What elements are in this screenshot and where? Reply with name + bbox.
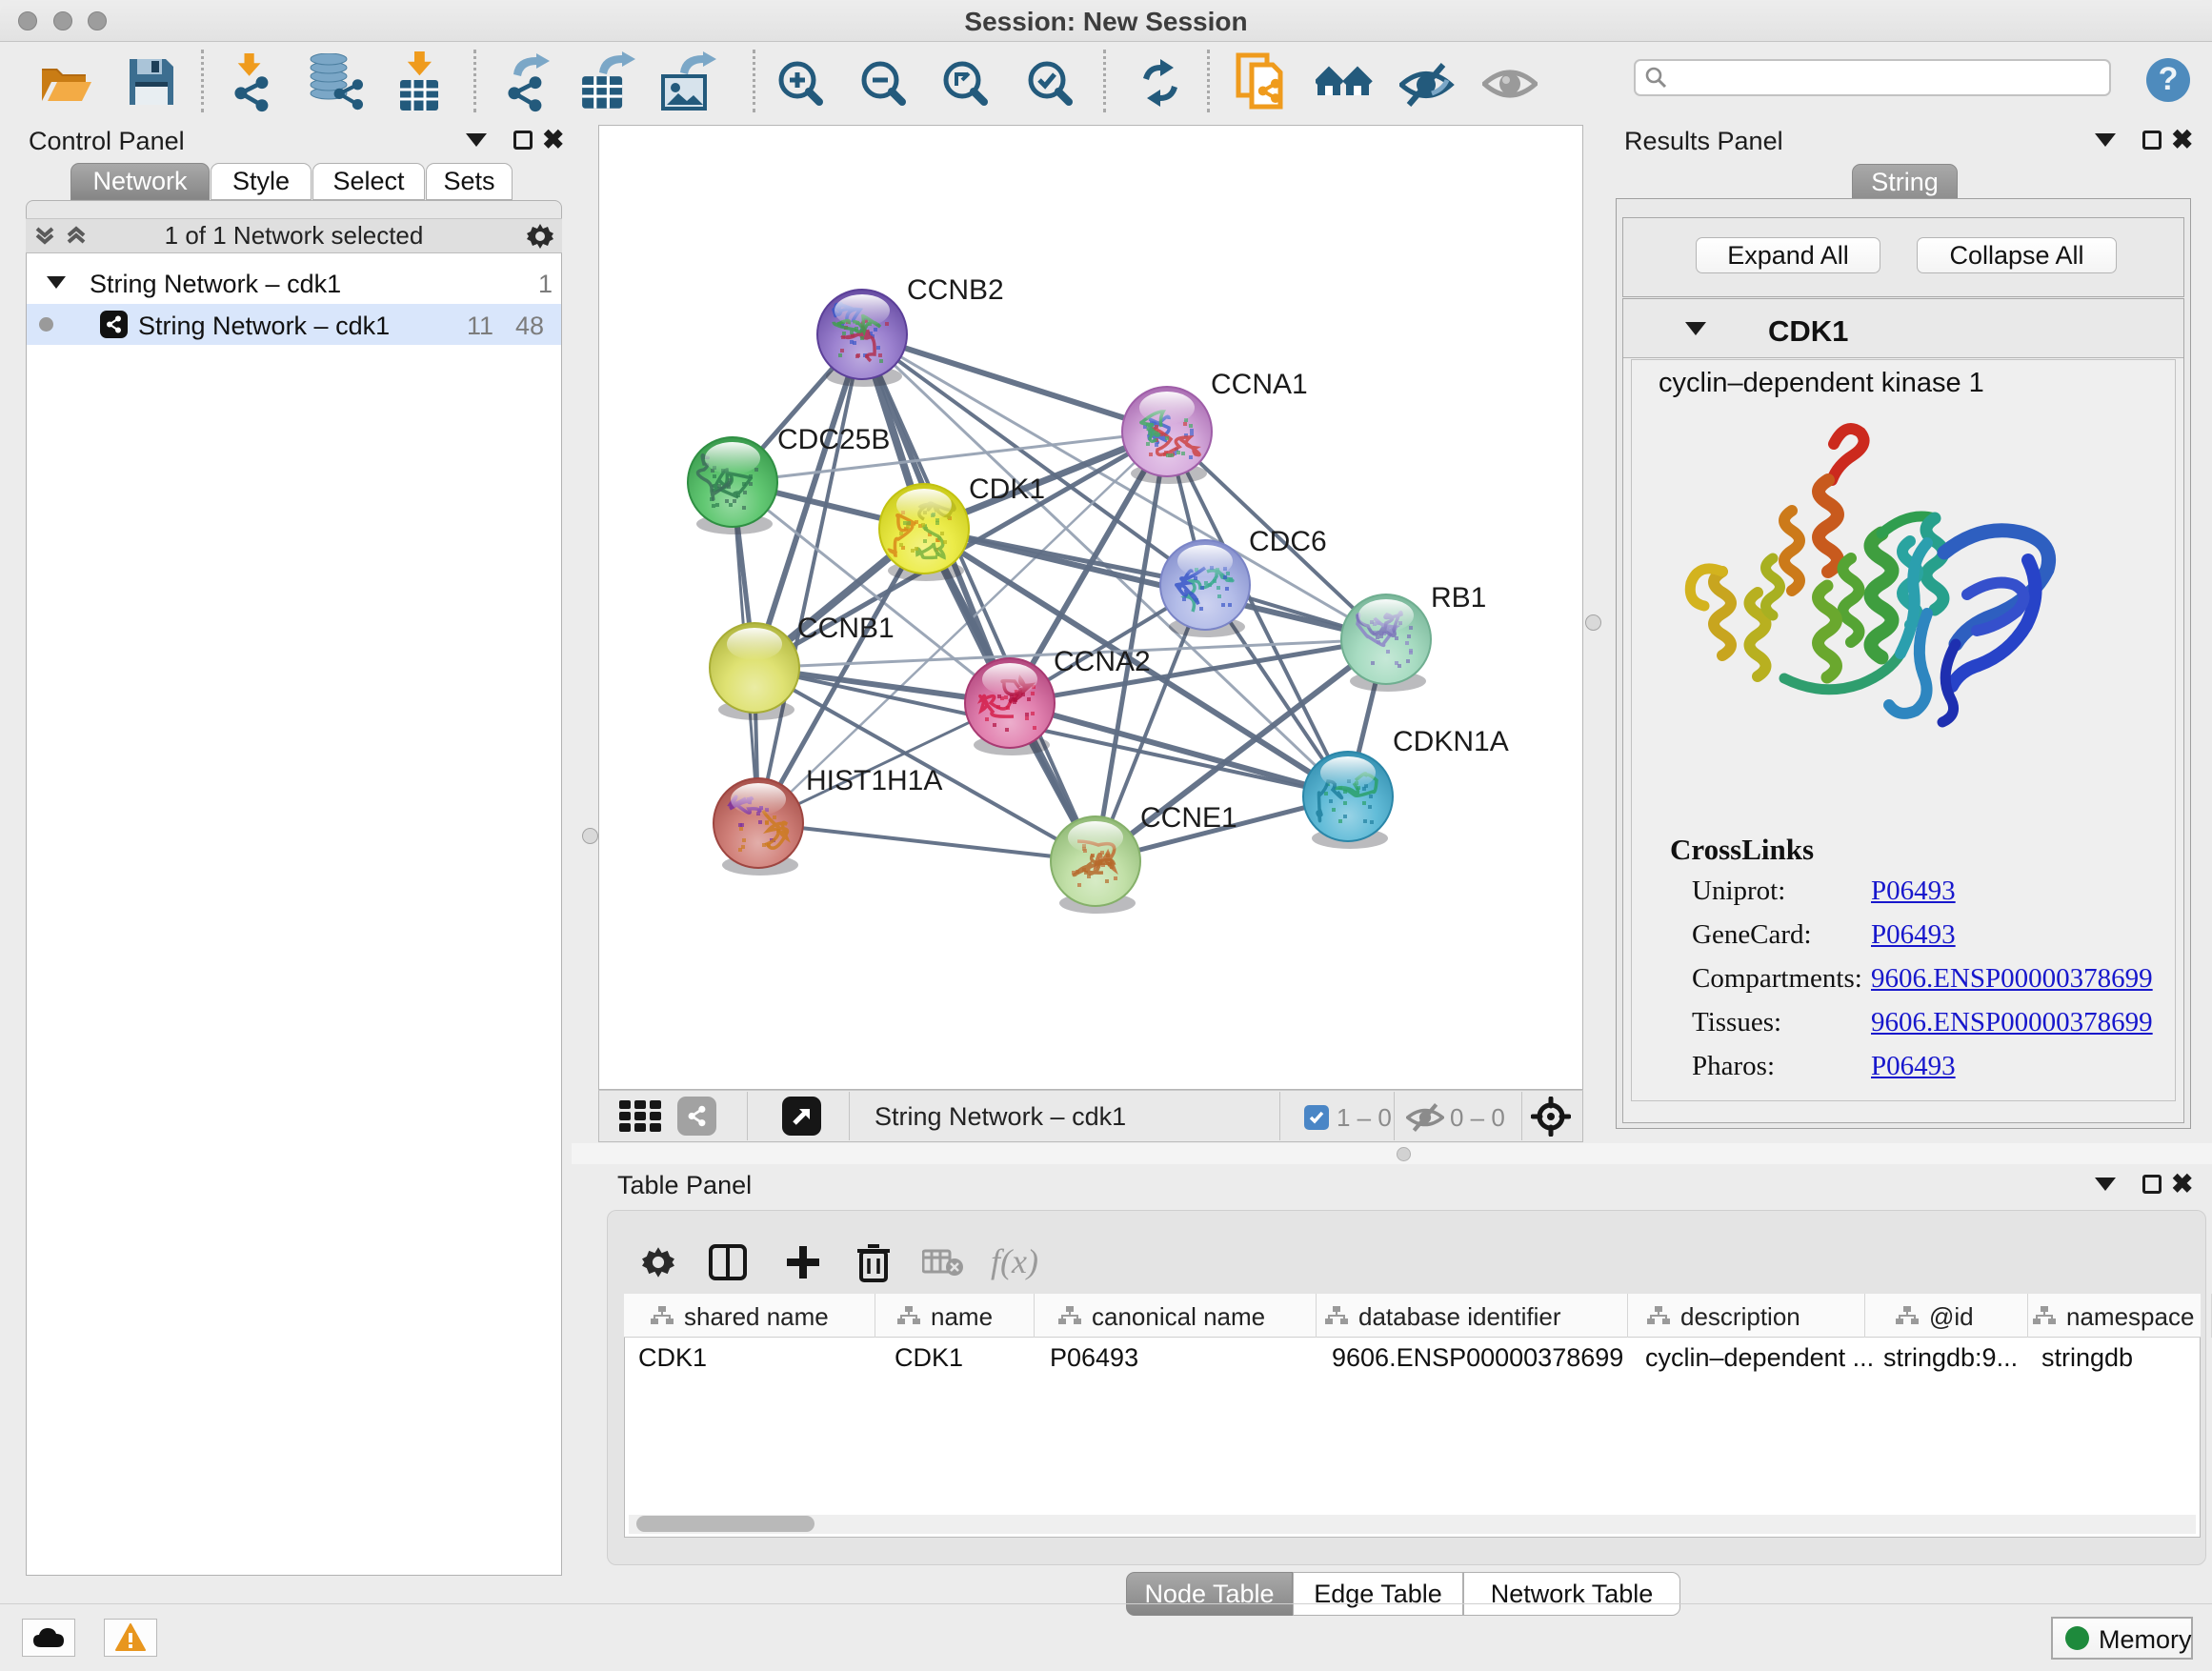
svg-text:CDKN1A: CDKN1A: [1393, 726, 1509, 757]
svg-text:CCNE1: CCNE1: [1140, 802, 1237, 834]
svg-text:HIST1H1A: HIST1H1A: [806, 765, 942, 796]
svg-text:CDC25B: CDC25B: [777, 424, 890, 455]
svg-text:CCNB1: CCNB1: [797, 613, 895, 644]
svg-text:CCNB2: CCNB2: [907, 274, 1004, 306]
svg-text:CCNA2: CCNA2: [1054, 646, 1151, 677]
svg-text:CDK1: CDK1: [969, 473, 1045, 505]
svg-text:CCNA1: CCNA1: [1211, 369, 1308, 400]
svg-text:CDC6: CDC6: [1249, 526, 1327, 557]
svg-text:RB1: RB1: [1431, 582, 1486, 614]
